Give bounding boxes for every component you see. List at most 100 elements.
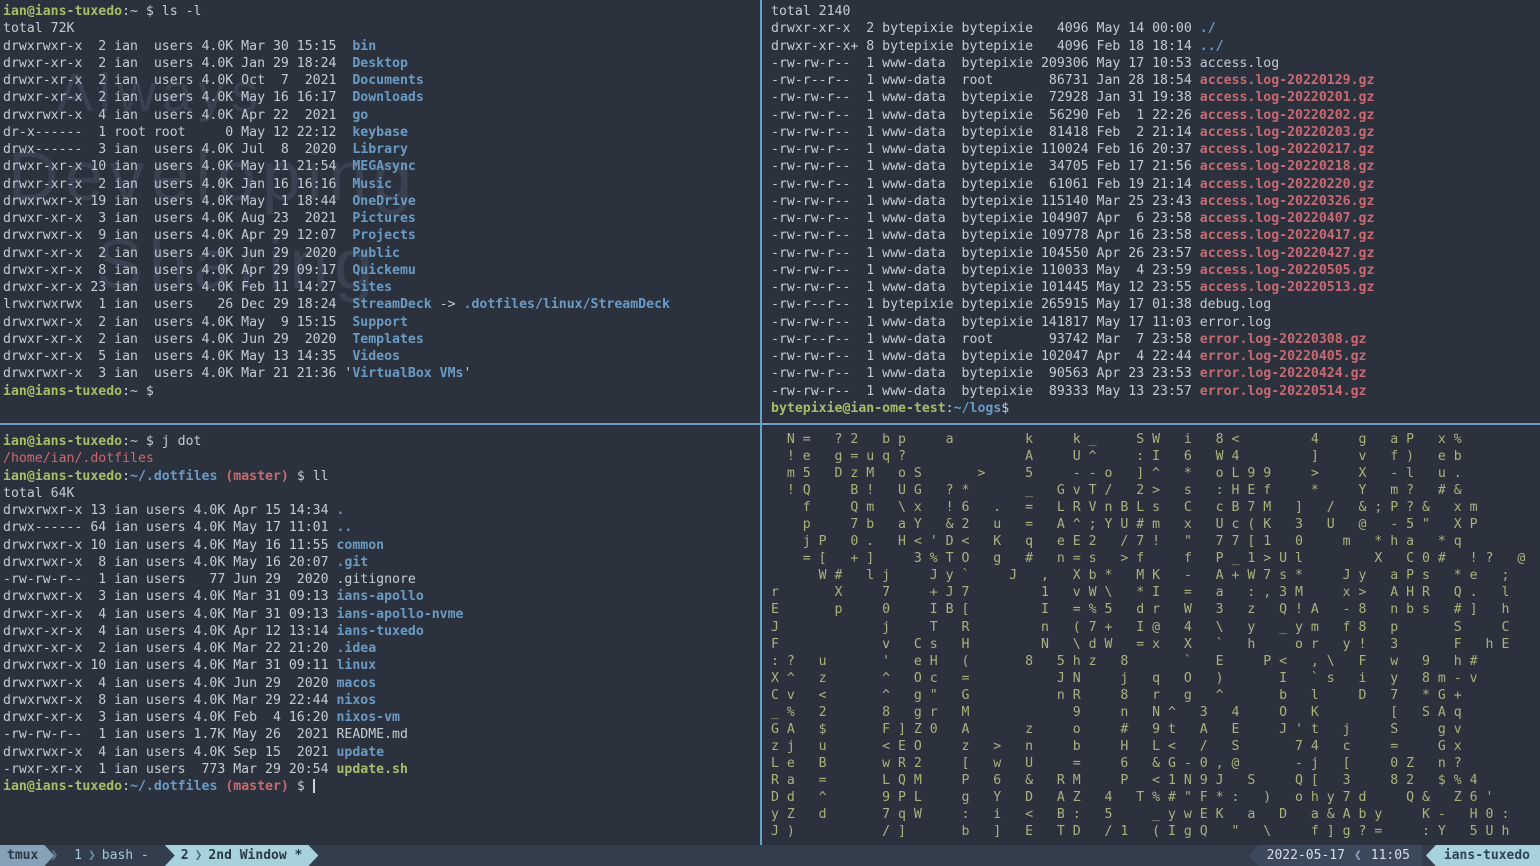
terminal-line: lrwxrwxrwx 1 ian users 26 Dec 29 18:24 S… (3, 296, 758, 313)
terminal-line: drwxr-xr-x 2 ian users 4.0K Jun 29 2020 … (3, 245, 758, 262)
terminal-line: total 2140 (771, 3, 1540, 20)
terminal-line: drwxrwxr-x 2 ian users 4.0K May 9 15:15 … (3, 314, 758, 331)
terminal-line: -rw-rw-r-- 1 www-data bytepixie 89333 Ma… (771, 383, 1540, 400)
terminal-line: -rw-rw-r-- 1 www-data bytepixie 90563 Ap… (771, 365, 1540, 382)
random-character-row: _ % 2 8 g r M 9 n N ^ 3 4 O K [ S A q (771, 704, 1540, 721)
random-character-row: L e B w R 2 [ w U = 6 & G - 0 , @ - j [ … (771, 755, 1540, 772)
terminal-line: -rw-rw-r-- 1 www-data bytepixie 141817 M… (771, 314, 1540, 331)
terminal-line: total 64K (3, 485, 758, 502)
pane-divider-horizontal[interactable] (0, 423, 1540, 425)
pane-home-listing[interactable]: ian@ians-tuxedo:~ $ ls -ltotal 72Kdrwxrw… (3, 3, 758, 423)
terminal-line: drwxrwxr-x 10 ian users 4.0K Mar 31 09:1… (3, 657, 758, 674)
random-character-row: ! e g = u q ? A U ^ : I 6 W 4 ] v f ) e … (771, 448, 1540, 465)
terminal-line: drwxr-xr-x 8 ian users 4.0K Apr 29 09:17… (3, 262, 758, 279)
terminal-line: -rw-r--r-- 1 bytepixie bytepixie 265915 … (771, 296, 1540, 313)
status-date: 2022-05-17 (1267, 848, 1345, 863)
terminal-line: drwxr-xr-x 2 ian users 4.0K Mar 22 21:20… (3, 640, 758, 657)
window-list: 1❯bash - 2❯2nd Window * (64, 845, 318, 866)
terminal-line: -rw-rw-r-- 1 www-data bytepixie 81418 Fe… (771, 124, 1540, 141)
terminal-line: dr-x------ 1 root root 0 May 12 22:12 ke… (3, 124, 758, 141)
window-tab-1[interactable]: 1❯bash - (64, 845, 159, 866)
terminal-line: drwxrwxr-x 2 ian users 4.0K Mar 30 15:15… (3, 38, 758, 55)
status-time: 11:05 (1371, 848, 1410, 863)
terminal-line: -rw-rw-r-- 1 www-data bytepixie 61061 Fe… (771, 176, 1540, 193)
terminal-line: drwxrwxr-x 3 ian users 4.0K Mar 31 09:13… (3, 588, 758, 605)
terminal-line: drwxrwxr-x 9 ian users 4.0K Apr 29 12:07… (3, 227, 758, 244)
terminal-line: ian@ians-tuxedo:~ $ ls -l (3, 3, 758, 20)
random-character-row: m 5 D z M o S > 5 - - o ] ^ * o L 9 9 > … (771, 465, 1540, 482)
terminal-line: -rw-rw-r-- 1 www-data bytepixie 110033 M… (771, 262, 1540, 279)
terminal-line: bytepixie@ian-ome-test:~/logs$ (771, 400, 1540, 417)
random-character-row: y Z d 7 q W : i < B : 5 _ y w E K a D a … (771, 806, 1540, 823)
pane-logs-listing[interactable]: total 2140drwxr-xr-x 2 bytepixie bytepix… (771, 3, 1540, 423)
terminal-line: -rw-rw-r-- 1 www-data bytepixie 104907 A… (771, 210, 1540, 227)
random-character-row: : ? u ' e H ( 8 5 h z 8 ` E P < , \ F w … (771, 653, 1540, 670)
terminal-line: drwxr-xr-x 2 ian users 4.0K Jun 29 2020 … (3, 331, 758, 348)
random-character-row: J ) / ] b ] E T D / 1 ( I g Q " \ f ] g … (771, 823, 1540, 840)
terminal-line: drwx------ 64 ian users 4.0K May 17 11:0… (3, 519, 758, 536)
terminal-line: drwx------ 3 ian users 4.0K Jul 8 2020 L… (3, 141, 758, 158)
left-chevron-icon: ❮ (1345, 848, 1371, 863)
terminal-line: drwxrwxr-x 3 ian users 4.0K Mar 21 21:36… (3, 365, 758, 382)
random-character-row: j P 0 . H < ' D < K q e E 2 / 7 ! " 7 7 … (771, 533, 1540, 550)
random-character-row: z j u < E O z > n b H L < / S 7 4 c = G … (771, 738, 1540, 755)
terminal-line: drwxrwxr-x 4 ian users 4.0K Sep 15 2021 … (3, 744, 758, 761)
random-character-row: W # l j J y ` J , X b * M K - A + W 7 s … (771, 567, 1540, 584)
random-character-row: E p 0 I B [ I = % 5 d r W 3 z Q ! A - 8 … (771, 601, 1540, 618)
random-character-row: f Q m \ x ! 6 . = L R V n B L s C c B 7 … (771, 499, 1540, 516)
status-bar-right: 2022-05-17❮11:05 ians-tuxedo (1249, 845, 1540, 866)
terminal-line: ian@ians-tuxedo:~/.dotfiles (master) $ (3, 778, 758, 795)
terminal-line: drwxrwxr-x 8 ian users 4.0K Mar 29 22:44… (3, 692, 758, 709)
pane-random-characters[interactable]: N = ? 2 b p a k k _ S W i 8 < 4 g a P x … (771, 431, 1540, 845)
terminal-line: ian@ians-tuxedo:~ $ (3, 383, 758, 400)
terminal-line: -rw-rw-r-- 1 www-data bytepixie 209306 M… (771, 55, 1540, 72)
terminal-line: -rw-rw-r-- 1 www-data bytepixie 104550 A… (771, 245, 1540, 262)
terminal-line: drwxr-xr-x+ 8 bytepixie bytepixie 4096 F… (771, 38, 1540, 55)
terminal-line: drwxr-xr-x 2 ian users 4.0K May 16 16:17… (3, 89, 758, 106)
random-character-row: r X 7 + J 7 1 v W \ * I = a : , 3 M x > … (771, 584, 1540, 601)
random-character-row: G A $ F ] Z 0 A z o # 9 t A E J ' t j S … (771, 721, 1540, 738)
random-character-row: D d ^ 9 P L g Y D A Z 4 T % # " F * : ) … (771, 789, 1540, 806)
terminal-line: drwxr-xr-x 2 ian users 4.0K Oct 7 2021 D… (3, 72, 758, 89)
terminal-line: -rw-r--r-- 1 www-data root 93742 Mar 7 2… (771, 331, 1540, 348)
terminal-line: drwxrwxr-x 10 ian users 4.0K May 16 11:5… (3, 537, 758, 554)
terminal-line: -rw-rw-r-- 1 www-data bytepixie 34705 Fe… (771, 158, 1540, 175)
terminal-line: -rw-rw-r-- 1 www-data bytepixie 72928 Ja… (771, 89, 1540, 106)
terminal-line: drwxrwxr-x 4 ian users 4.0K Jun 29 2020 … (3, 675, 758, 692)
terminal-line: drwxr-xr-x 23 ian users 4.0K Feb 11 14:2… (3, 279, 758, 296)
random-character-row: ! Q B ! U G ? * _ G v T / 2 > s : H E f … (771, 482, 1540, 499)
terminal-line: -rw-rw-r-- 1 ian users 77 Jun 29 2020 .g… (3, 571, 758, 588)
terminal-line: ian@ians-tuxedo:~ $ j dot (3, 433, 758, 450)
random-character-row: p 7 b a Y & 2 u = A ^ ; Y U # m x U c ( … (771, 516, 1540, 533)
random-character-row: C v < ^ g " G n R 8 r g ^ b l D 7 * G + (771, 687, 1540, 704)
random-character-row: F v C s H N \ d W = x X ` h o r y ! 3 F … (771, 636, 1540, 653)
random-character-row: X ^ z ^ O c = J N j q O ) I ` s i y 8 m … (771, 670, 1540, 687)
terminal-line: ian@ians-tuxedo:~/.dotfiles (master) $ l… (3, 468, 758, 485)
terminal-line: drwxr-xr-x 2 bytepixie bytepixie 4096 Ma… (771, 20, 1540, 37)
terminal-line: drwxrwxr-x 19 ian users 4.0K May 1 18:44… (3, 193, 758, 210)
tmux-terminal-screen: Always Developing Sharing ian@ians-tuxed… (0, 0, 1540, 866)
terminal-line: drwxr-xr-x 3 ian users 4.0K Aug 23 2021 … (3, 210, 758, 227)
terminal-line: -rw-rw-r-- 1 www-data bytepixie 115140 M… (771, 193, 1540, 210)
random-character-row: R a = L Q M P 6 & R M P < 1 N 9 J S Q [ … (771, 772, 1540, 789)
tmux-session-badge: tmux (0, 845, 54, 866)
terminal-line: -rwxr-xr-x 1 ian users 773 Mar 29 20:54 … (3, 761, 758, 778)
terminal-line: -rw-rw-r-- 1 www-data bytepixie 102047 A… (771, 348, 1540, 365)
terminal-line: drwxr-xr-x 2 ian users 4.0K Jan 16 16:16… (3, 176, 758, 193)
terminal-line: drwxrwxr-x 13 ian users 4.0K Apr 15 14:3… (3, 502, 758, 519)
terminal-line: drwxr-xr-x 4 ian users 4.0K Apr 12 13:14… (3, 623, 758, 640)
terminal-line: -rw-rw-r-- 1 www-data bytepixie 101445 M… (771, 279, 1540, 296)
random-character-row: = [ + ] 3 % T O g # n = s > f f P _ 1 > … (771, 550, 1540, 567)
tmux-status-bar: tmux ❯ 1❯bash -2❯2nd Window * 2022-05-17… (0, 845, 1540, 866)
terminal-line: total 72K (3, 20, 758, 37)
terminal-line: drwxr-xr-x 2 ian users 4.0K Jan 29 18:24… (3, 55, 758, 72)
terminal-line: drwxr-xr-x 4 ian users 4.0K Mar 31 09:13… (3, 606, 758, 623)
window-tab-2[interactable]: 2❯2nd Window * (165, 845, 319, 866)
terminal-line: -rw-r--r-- 1 www-data root 86731 Jan 28 … (771, 72, 1540, 89)
terminal-line: -rw-rw-r-- 1 www-data bytepixie 56290 Fe… (771, 107, 1540, 124)
terminal-line: -rw-rw-r-- 1 ian users 1.7K May 26 2021 … (3, 726, 758, 743)
random-character-row: J j T R n ( 7 + I @ 4 \ y _ y m f 8 p S … (771, 619, 1540, 636)
pane-dotfiles-listing[interactable]: ian@ians-tuxedo:~ $ j dot/home/ian/.dotf… (3, 433, 758, 843)
random-character-row: N = ? 2 b p a k k _ S W i 8 < 4 g a P x … (771, 431, 1540, 448)
terminal-line: drwxrwxr-x 8 ian users 4.0K May 16 20:07… (3, 554, 758, 571)
